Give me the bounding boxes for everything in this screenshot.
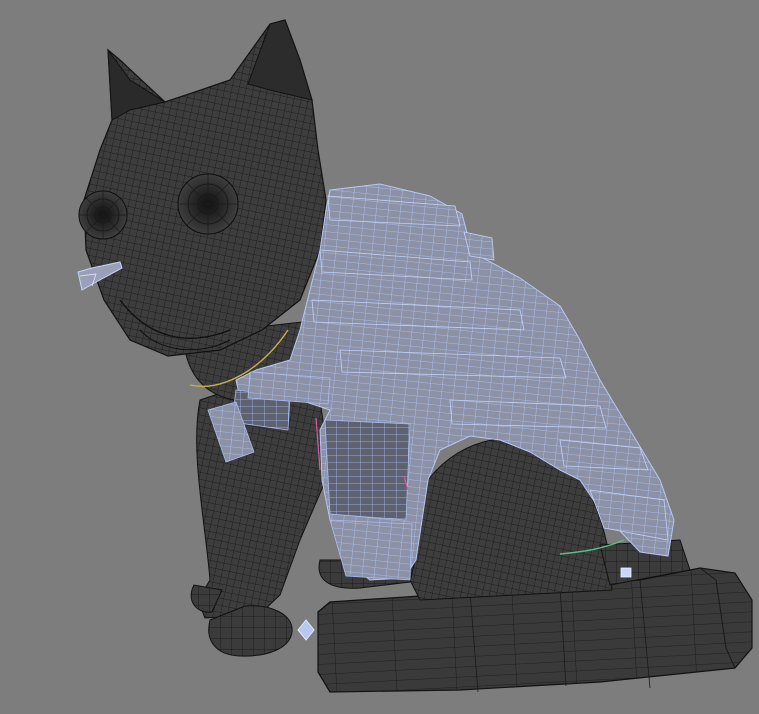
- right-eye-mesh[interactable]: [177, 173, 239, 235]
- 3d-viewport[interactable]: [0, 0, 759, 714]
- left-eye-mesh[interactable]: [78, 190, 128, 240]
- cat-model-scene[interactable]: [0, 0, 759, 714]
